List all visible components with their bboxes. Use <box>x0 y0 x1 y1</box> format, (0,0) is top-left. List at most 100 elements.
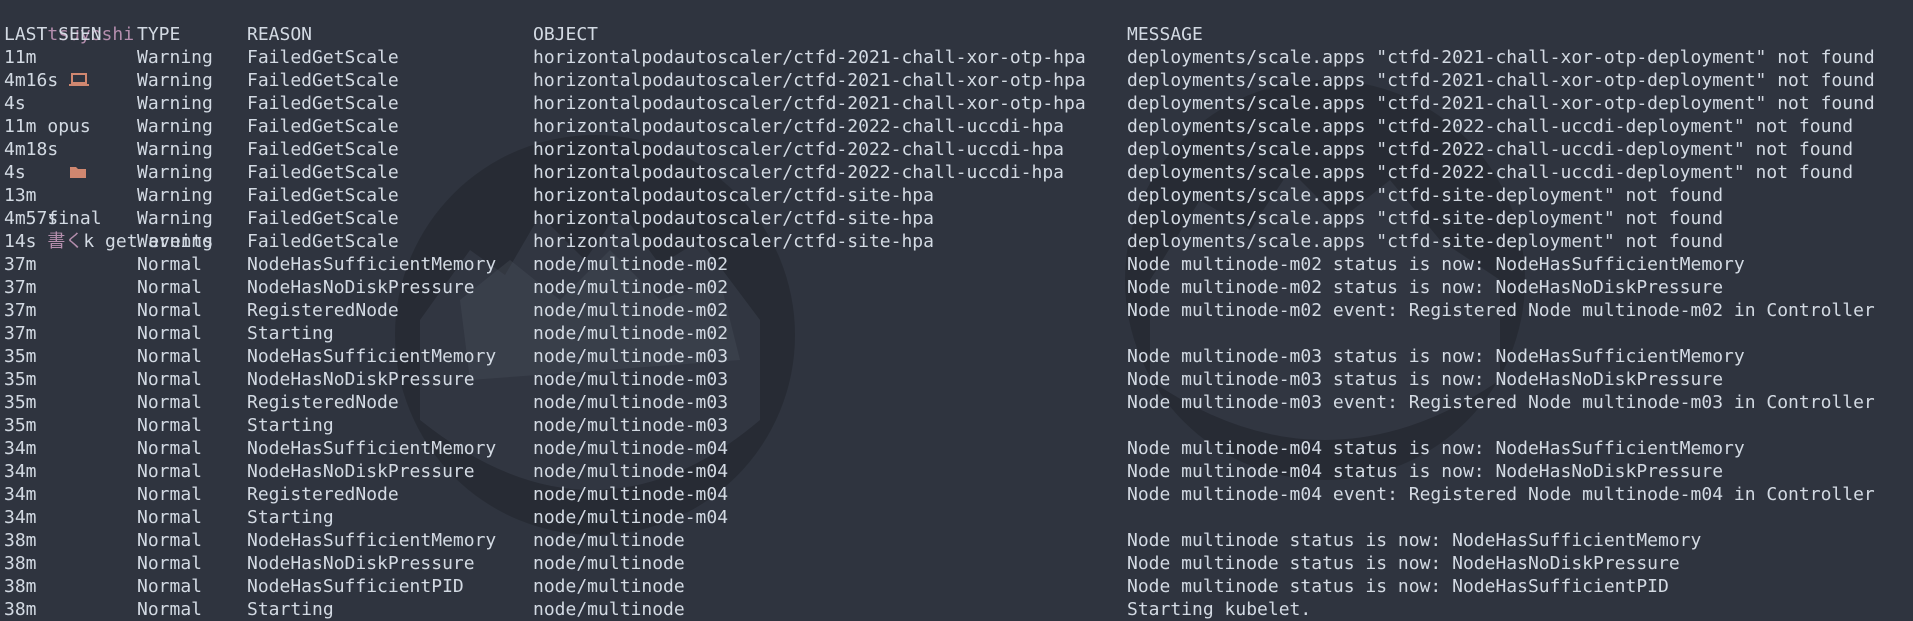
object-cell: node/multinode-m04 <box>533 438 729 459</box>
table-row: 34m Normal NodeHasNoDiskPressure node/multi… <box>4 460 1913 483</box>
message-cell: Node multinode-m02 status is now: NodeHa… <box>1127 254 1745 275</box>
reason-cell: FailedGetScale <box>247 208 399 229</box>
last-seen-cell: 35m <box>4 369 37 390</box>
message-cell: deployments/scale.apps "ctfd-site-deploy… <box>1127 185 1724 206</box>
message-cell: deployments/scale.apps "ctfd-site-deploy… <box>1127 231 1724 252</box>
events-table: 11m Warning FailedGetScale horizontalpodaut… <box>4 46 1913 621</box>
type-cell: Warning <box>137 70 213 91</box>
header-last-seen: LAST SEEN <box>4 24 102 45</box>
reason-cell: FailedGetScale <box>247 139 399 160</box>
message-cell: deployments/scale.apps "ctfd-2022-chall-… <box>1127 116 1854 137</box>
last-seen-cell: 4m16s <box>4 70 59 91</box>
object-cell: node/multinode-m03 <box>533 346 729 367</box>
message-cell: Node multinode-m04 status is now: NodeHa… <box>1127 461 1724 482</box>
object-cell: node/multinode <box>533 576 685 597</box>
object-cell: horizontalpodautoscaler/ctfd-site-hpa <box>533 208 934 229</box>
table-row: 35m Normal NodeHasNoDiskPressure node/multi… <box>4 368 1913 391</box>
type-cell: Warning <box>137 116 213 137</box>
last-seen-cell: 37m <box>4 300 37 321</box>
reason-cell: NodeHasSufficientMemory <box>247 254 497 275</box>
last-seen-cell: 37m <box>4 323 37 344</box>
type-cell: Normal <box>137 484 203 505</box>
last-seen-cell: 38m <box>4 530 37 551</box>
reason-cell: RegisteredNode <box>247 300 399 321</box>
reason-cell: FailedGetScale <box>247 231 399 252</box>
last-seen-cell: 34m <box>4 484 37 505</box>
type-cell: Normal <box>137 576 203 597</box>
table-row: 11m Warning FailedGetScale horizontalpodaut… <box>4 115 1913 138</box>
type-cell: Normal <box>137 392 203 413</box>
object-cell: horizontalpodautoscaler/ctfd-2022-chall-… <box>533 139 1065 160</box>
type-cell: Warning <box>137 208 213 229</box>
table-row: 34m Normal RegisteredNode node/multinode-m0… <box>4 483 1913 506</box>
header-type: TYPE <box>137 24 181 45</box>
terminal[interactable]: tsuyoshi opus final 書くk get events LAST … <box>4 0 1913 620</box>
message-cell: Starting kubelet. <box>1127 599 1312 620</box>
reason-cell: Starting <box>247 323 334 344</box>
table-row: 4s Warning FailedGetScale horizontalpodauto… <box>4 92 1913 115</box>
message-cell: Node multinode-m03 status is now: NodeHa… <box>1127 369 1724 390</box>
table-row: 38m Normal NodeHasNoDiskPressure node/multi… <box>4 552 1913 575</box>
type-cell: Warning <box>137 47 213 68</box>
object-cell: node/multinode-m04 <box>533 484 729 505</box>
type-cell: Normal <box>137 346 203 367</box>
table-row: 38m Normal NodeHasSufficientPID node/multin… <box>4 575 1913 598</box>
message-cell: Node multinode-m03 event: Registered Nod… <box>1127 392 1875 413</box>
object-cell: horizontalpodautoscaler/ctfd-site-hpa <box>533 185 934 206</box>
table-header: LAST SEEN TYPE REASON OBJECT MESSAGE <box>4 23 1913 46</box>
header-message: MESSAGE <box>1127 24 1203 45</box>
object-cell: node/multinode-m03 <box>533 415 729 436</box>
object-cell: horizontalpodautoscaler/ctfd-2021-chall-… <box>533 70 1086 91</box>
table-row: 35m Normal RegisteredNode node/multinode-m0… <box>4 391 1913 414</box>
type-cell: Normal <box>137 438 203 459</box>
type-cell: Normal <box>137 461 203 482</box>
table-row: 37m Normal Starting node/multinode-m02 <box>4 322 1913 345</box>
object-cell: node/multinode <box>533 530 685 551</box>
table-row: 34m Normal NodeHasSufficientMemory node/mul… <box>4 437 1913 460</box>
last-seen-cell: 35m <box>4 415 37 436</box>
reason-cell: NodeHasSufficientPID <box>247 576 464 597</box>
last-seen-cell: 13m <box>4 185 37 206</box>
object-cell: node/multinode-m04 <box>533 507 729 528</box>
header-object: OBJECT <box>533 24 599 45</box>
reason-cell: NodeHasSufficientMemory <box>247 438 497 459</box>
table-row: 35m Normal NodeHasSufficientMemory node/mul… <box>4 345 1913 368</box>
message-cell: deployments/scale.apps "ctfd-2022-chall-… <box>1127 162 1854 183</box>
reason-cell: RegisteredNode <box>247 484 399 505</box>
type-cell: Warning <box>137 185 213 206</box>
reason-cell: FailedGetScale <box>247 185 399 206</box>
reason-cell: NodeHasNoDiskPressure <box>247 461 475 482</box>
table-row: 34m Normal Starting node/multinode-m04 <box>4 506 1913 529</box>
table-row: 4m16s Warning FailedGetScale horizontalpoda… <box>4 69 1913 92</box>
type-cell: Normal <box>137 507 203 528</box>
table-row: 37m Normal NodeHasSufficientMemory node/mul… <box>4 253 1913 276</box>
last-seen-cell: 11m <box>4 47 37 68</box>
type-cell: Normal <box>137 277 203 298</box>
table-row: 11m Warning FailedGetScale horizontalpodaut… <box>4 46 1913 69</box>
table-row: 35m Normal Starting node/multinode-m03 <box>4 414 1913 437</box>
message-cell: Node multinode-m04 status is now: NodeHa… <box>1127 438 1745 459</box>
last-seen-cell: 35m <box>4 346 37 367</box>
object-cell: node/multinode-m02 <box>533 277 729 298</box>
message-cell: Node multinode-m02 status is now: NodeHa… <box>1127 277 1724 298</box>
reason-cell: FailedGetScale <box>247 116 399 137</box>
last-seen-cell: 35m <box>4 392 37 413</box>
type-cell: Normal <box>137 300 203 321</box>
type-cell: Warning <box>137 93 213 114</box>
object-cell: horizontalpodautoscaler/ctfd-2022-chall-… <box>533 116 1065 137</box>
last-seen-cell: 4m57s <box>4 208 59 229</box>
last-seen-cell: 34m <box>4 507 37 528</box>
message-cell: deployments/scale.apps "ctfd-site-deploy… <box>1127 208 1724 229</box>
table-row: 14s Warning FailedGetScale horizontalpodaut… <box>4 230 1913 253</box>
object-cell: node/multinode-m02 <box>533 300 729 321</box>
message-cell: Node multinode status is now: NodeHasNoD… <box>1127 553 1680 574</box>
type-cell: Normal <box>137 553 203 574</box>
table-row: 37m Normal NodeHasNoDiskPressure node/multi… <box>4 276 1913 299</box>
header-reason: REASON <box>247 24 313 45</box>
reason-cell: FailedGetScale <box>247 70 399 91</box>
table-row: 38m Normal Starting node/multinode Starting … <box>4 598 1913 621</box>
message-cell: deployments/scale.apps "ctfd-2021-chall-… <box>1127 70 1875 91</box>
reason-cell: NodeHasNoDiskPressure <box>247 369 475 390</box>
object-cell: node/multinode <box>533 599 685 620</box>
reason-cell: NodeHasSufficientMemory <box>247 346 497 367</box>
